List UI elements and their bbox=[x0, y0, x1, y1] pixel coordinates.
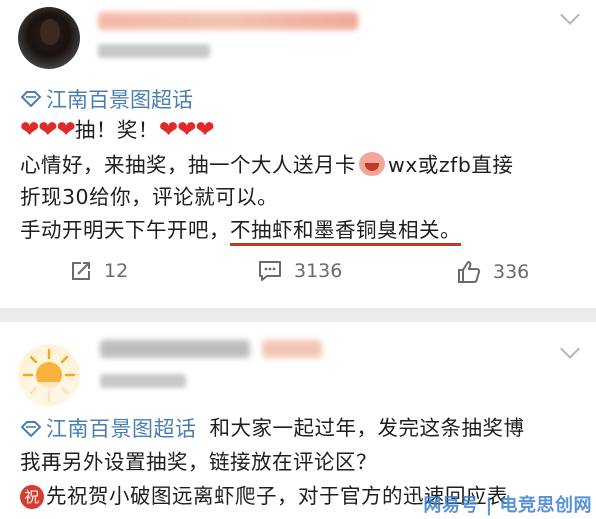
post-text-line: 江南百景图超话 和大家一起过年，发完这条抽奖博 bbox=[20, 414, 525, 443]
username-blurred[interactable] bbox=[100, 340, 250, 358]
super-topic-icon bbox=[21, 421, 41, 437]
blessing-emoji-icon: 祝 bbox=[20, 485, 44, 509]
post-text: 心情好，来抽奖，抽一个大人送月卡 bbox=[20, 153, 356, 177]
highlighted-text: 不抽虾和墨香铜臭相关。 bbox=[230, 218, 461, 246]
comment-icon bbox=[259, 261, 281, 281]
comment-count: 3136 bbox=[294, 260, 343, 282]
user-avatar[interactable] bbox=[18, 7, 80, 69]
super-topic-link[interactable]: 江南百景图超话 bbox=[20, 84, 193, 114]
comment-button[interactable]: 3136 bbox=[258, 260, 342, 282]
laughing-emoji-icon bbox=[359, 152, 385, 176]
post-text-line: ❤❤❤抽！奖！❤❤❤ bbox=[20, 116, 215, 144]
post-text-line: 心情好，来抽奖，抽一个大人送月卡 wx或zfb直接 bbox=[20, 151, 513, 179]
post-text: 折现30给你，评论就可以。 bbox=[20, 185, 279, 209]
action-bar: 12 3136 336 bbox=[0, 260, 596, 294]
heart-icon: ❤❤❤ bbox=[20, 117, 76, 143]
super-topic-icon bbox=[21, 91, 41, 107]
post-text: wx或zfb直接 bbox=[388, 153, 514, 177]
post-separator bbox=[0, 308, 596, 322]
repost-icon bbox=[72, 262, 90, 280]
super-topic-label: 江南百景图超话 bbox=[46, 417, 197, 441]
chevron-down-icon[interactable] bbox=[560, 339, 580, 359]
post-text-line: 手动开明天下午开吧，不抽虾和墨香铜臭相关。 bbox=[20, 216, 461, 246]
post-time-blurred bbox=[98, 44, 210, 58]
post-text: 手动开明天下午开吧， bbox=[20, 218, 230, 242]
post-time-blurred bbox=[100, 374, 186, 388]
heart-icon: ❤❤❤ bbox=[158, 117, 215, 143]
like-count: 336 bbox=[493, 261, 530, 283]
weibo-post-1: 江南百景图超话 ❤❤❤抽！奖！❤❤❤ 心情好，来抽奖，抽一个大人送月卡 wx或zf… bbox=[0, 0, 596, 308]
user-avatar[interactable] bbox=[18, 344, 80, 406]
post-text-line: 我再另外设置抽奖，链接放在评论区？ bbox=[20, 448, 377, 476]
repost-button[interactable]: 12 bbox=[70, 260, 128, 282]
source-watermark: 网易号 | 电竞思创网 bbox=[423, 495, 592, 516]
repost-count: 12 bbox=[104, 260, 129, 282]
super-topic-link[interactable]: 江南百景图超话 bbox=[20, 415, 197, 443]
post-text-line: 折现30给你，评论就可以。 bbox=[20, 183, 278, 211]
username-blurred[interactable] bbox=[98, 12, 358, 30]
super-topic-label: 江南百景图超话 bbox=[46, 88, 193, 112]
sun-avatar-image bbox=[22, 348, 76, 402]
thumbs-up-icon bbox=[458, 261, 481, 283]
post-text: 抽！奖！ bbox=[74, 118, 159, 142]
like-button[interactable]: 336 bbox=[457, 260, 529, 284]
chevron-down-icon[interactable] bbox=[560, 5, 580, 25]
member-badge-blurred bbox=[262, 340, 322, 358]
weibo-post-2: 江南百景图超话 和大家一起过年，发完这条抽奖博 我再另外设置抽奖，链接放在评论区… bbox=[0, 322, 596, 519]
post-text: 我再另外设置抽奖，链接放在评论区？ bbox=[20, 450, 377, 474]
post-text: 和大家一起过年，发完这条抽奖博 bbox=[209, 416, 525, 440]
